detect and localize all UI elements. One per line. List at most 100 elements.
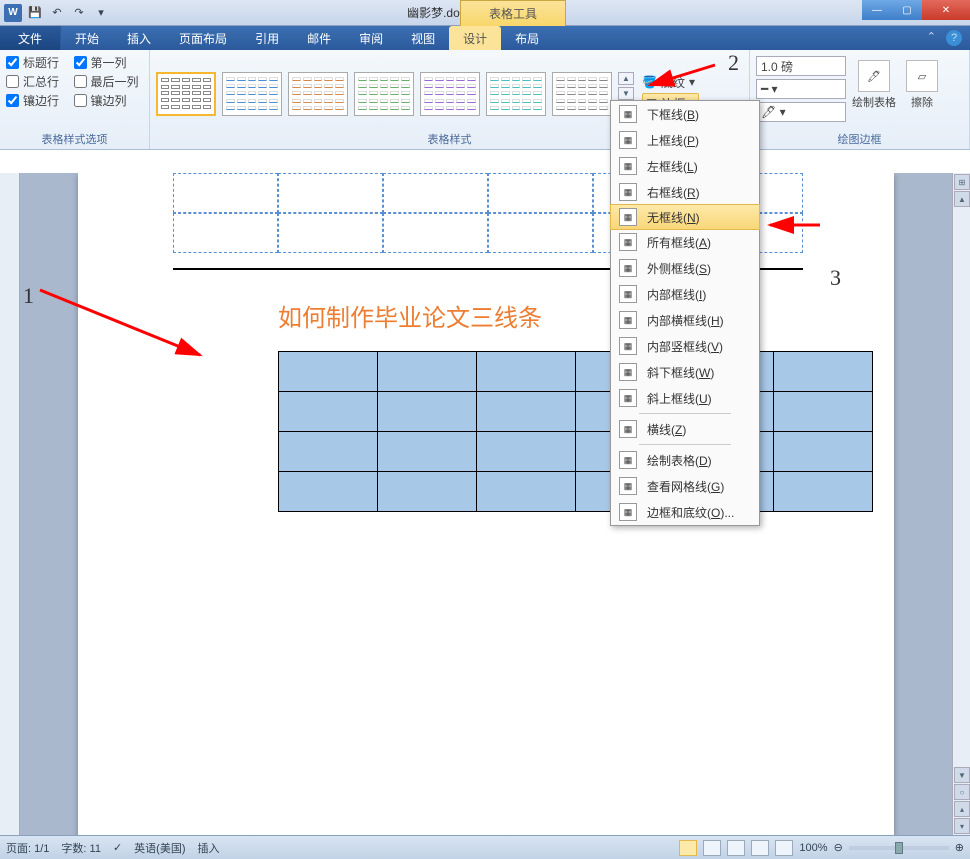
word-icon[interactable]: W (4, 4, 22, 22)
table-cell[interactable] (774, 472, 873, 512)
ribbon-tab-1[interactable]: 插入 (113, 26, 165, 50)
status-page[interactable]: 页面: 1/1 (6, 840, 49, 856)
minimize-ribbon-icon[interactable]: ⌃ (927, 30, 936, 46)
border-menu-item-7[interactable]: ▦内部框线(I) (611, 281, 759, 307)
line-style-combo[interactable]: 🖊 ▾ (756, 102, 846, 122)
line-weight-combo[interactable]: 1.0 磅 (756, 56, 846, 76)
border-menu-item-3[interactable]: ▦右框线(R) (611, 179, 759, 205)
checkbox-input[interactable] (6, 75, 19, 88)
style-gallery-item[interactable] (156, 72, 216, 116)
border-menu-item-5[interactable]: ▦所有框线(A) (611, 229, 759, 255)
table-cell[interactable] (378, 432, 477, 472)
style-gallery-item[interactable] (552, 72, 612, 116)
pen-color-combo[interactable]: ━ ▾ (756, 79, 846, 99)
table-cell[interactable] (279, 352, 378, 392)
table-cell[interactable] (279, 392, 378, 432)
selected-table[interactable] (278, 351, 873, 512)
table-cell[interactable] (477, 432, 576, 472)
table-style-gallery[interactable] (156, 72, 612, 116)
border-menu-item-8[interactable]: ▦内部横框线(H) (611, 307, 759, 333)
file-tab[interactable]: 文件 (0, 26, 61, 50)
border-menu-item-10[interactable]: ▦斜下框线(W) (611, 359, 759, 385)
zoom-in-icon[interactable]: ⊕ (955, 841, 964, 854)
redo-icon[interactable]: ↷ (70, 4, 88, 22)
table-cell[interactable] (477, 472, 576, 512)
zoom-out-icon[interactable]: ⊖ (834, 841, 843, 854)
border-menu-item-17[interactable]: ▦边框和底纹(O)... (611, 499, 759, 525)
border-menu-item-4[interactable]: ▦无框线(N) (610, 204, 760, 230)
checkbox-4[interactable]: 镶边行 (6, 92, 64, 109)
table-cell[interactable] (378, 352, 477, 392)
qat-customize-icon[interactable]: ▾ (92, 4, 110, 22)
style-gallery-item[interactable] (222, 72, 282, 116)
ribbon-tab-6[interactable]: 视图 (397, 26, 449, 50)
gallery-up-icon[interactable]: ▲ (618, 72, 634, 85)
border-menu-item-2[interactable]: ▦左框线(L) (611, 153, 759, 179)
undo-icon[interactable]: ↶ (48, 4, 66, 22)
checkbox-input[interactable] (74, 94, 87, 107)
document-heading[interactable]: 如何制作毕业论文三线条 (278, 298, 542, 333)
style-gallery-item[interactable] (288, 72, 348, 116)
vertical-ruler[interactable] (0, 173, 20, 835)
ribbon-tab-5[interactable]: 审阅 (345, 26, 397, 50)
minimize-button[interactable]: — (862, 0, 892, 20)
style-gallery-item[interactable] (420, 72, 480, 116)
checkbox-input[interactable] (74, 56, 87, 69)
checkbox-3[interactable]: 最后一列 (74, 73, 144, 90)
scroll-down-icon[interactable]: ▼ (954, 767, 970, 783)
ribbon-tab-7[interactable]: 设计 (449, 26, 501, 50)
draft-view[interactable] (775, 840, 793, 856)
table-cell[interactable] (477, 392, 576, 432)
table-cell[interactable] (279, 432, 378, 472)
prev-page-icon[interactable]: ▴ (954, 801, 970, 817)
browse-object-icon[interactable]: ○ (954, 784, 970, 800)
status-words[interactable]: 字数: 11 (61, 840, 101, 856)
eraser-button[interactable]: ▱ 擦除 (906, 60, 938, 129)
web-layout-view[interactable] (727, 840, 745, 856)
ribbon-tab-3[interactable]: 引用 (241, 26, 293, 50)
zoom-level[interactable]: 100% (799, 842, 827, 854)
scroll-up-icon[interactable]: ▲ (954, 191, 970, 207)
table-cell[interactable] (378, 472, 477, 512)
border-menu-item-16[interactable]: ▦查看网格线(G) (611, 473, 759, 499)
checkbox-input[interactable] (6, 94, 19, 107)
maximize-button[interactable]: ▢ (892, 0, 922, 20)
border-menu-item-13[interactable]: ▦横线(Z) (611, 416, 759, 442)
table-cell[interactable] (279, 472, 378, 512)
border-menu-item-0[interactable]: ▦下框线(B) (611, 101, 759, 127)
border-menu-item-15[interactable]: ▦绘制表格(D) (611, 447, 759, 473)
checkbox-input[interactable] (74, 75, 87, 88)
checkbox-5[interactable]: 镶边列 (74, 92, 144, 109)
border-menu-item-11[interactable]: ▦斜上框线(U) (611, 385, 759, 411)
status-language[interactable]: 英语(美国) (134, 840, 185, 856)
checkbox-1[interactable]: 第一列 (74, 54, 144, 71)
zoom-slider[interactable] (849, 846, 949, 850)
checkbox-input[interactable] (6, 56, 19, 69)
save-icon[interactable]: 💾 (26, 4, 44, 22)
ribbon-tab-0[interactable]: 开始 (61, 26, 113, 50)
fullscreen-reading-view[interactable] (703, 840, 721, 856)
draw-table-button[interactable]: 🖊 绘制表格 (852, 60, 896, 129)
border-menu-item-9[interactable]: ▦内部竖框线(V) (611, 333, 759, 359)
close-button[interactable]: ✕ (922, 0, 970, 20)
style-gallery-item[interactable] (486, 72, 546, 116)
spellcheck-icon[interactable]: ✓ (113, 841, 122, 854)
border-menu-item-6[interactable]: ▦外侧框线(S) (611, 255, 759, 281)
checkbox-2[interactable]: 汇总行 (6, 73, 64, 90)
outline-view[interactable] (751, 840, 769, 856)
checkbox-0[interactable]: 标题行 (6, 54, 64, 71)
ribbon-tab-4[interactable]: 邮件 (293, 26, 345, 50)
ribbon-tab-2[interactable]: 页面布局 (165, 26, 241, 50)
table-cell[interactable] (774, 392, 873, 432)
print-layout-view[interactable] (679, 840, 697, 856)
help-icon[interactable]: ? (946, 30, 962, 46)
vertical-scrollbar[interactable]: ⊞ ▲ ▼ ○ ▴ ▾ (952, 173, 970, 835)
table-cell[interactable] (774, 432, 873, 472)
style-gallery-item[interactable] (354, 72, 414, 116)
shading-dropdown[interactable]: 🪣 底纹 ▾ (642, 74, 699, 91)
status-mode[interactable]: 插入 (197, 840, 219, 856)
table-cell[interactable] (378, 392, 477, 432)
table-cell[interactable] (477, 352, 576, 392)
ribbon-tab-8[interactable]: 布局 (501, 26, 553, 50)
table-cell[interactable] (774, 352, 873, 392)
